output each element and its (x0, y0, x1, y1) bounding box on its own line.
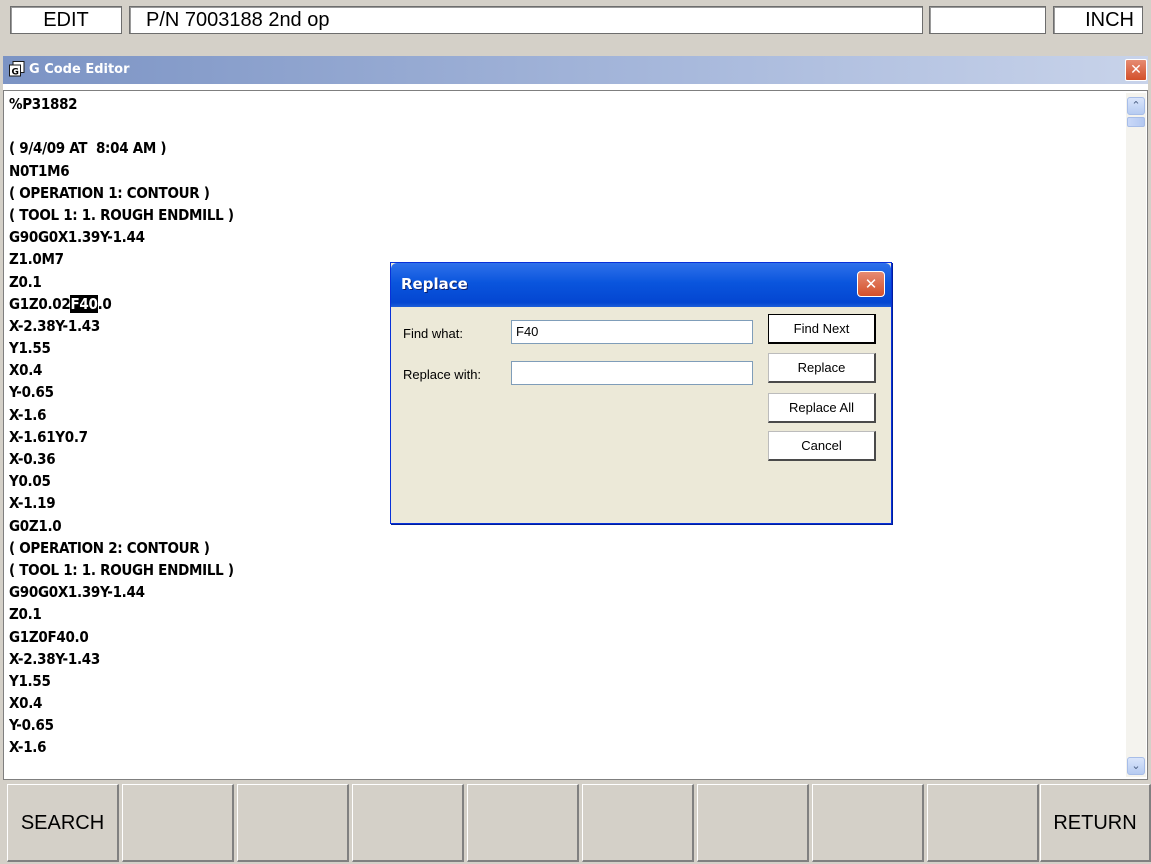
code-line[interactable] (9, 115, 1109, 137)
mode-indicator: EDIT (10, 6, 122, 34)
softkey-bar: SEARCH RETURN (0, 782, 1151, 864)
code-line[interactable]: ( TOOL 1: 1. ROUGH ENDMILL ) (9, 204, 1109, 226)
softkey-6[interactable] (582, 784, 694, 862)
replace-button[interactable]: Replace (768, 353, 876, 383)
code-line[interactable]: G90G0X1.39Y-1.44 (9, 226, 1109, 248)
editor-titlebar: G G Code Editor ✕ (3, 56, 1148, 84)
editor-title: G Code Editor (29, 62, 130, 77)
code-line[interactable]: X-2.38Y-1.43 (9, 648, 1109, 670)
code-line[interactable]: X-1.6 (9, 736, 1109, 758)
svg-text:G: G (12, 68, 19, 78)
code-line[interactable]: N0T1M6 (9, 160, 1109, 182)
cancel-button[interactable]: Cancel (768, 431, 876, 461)
code-line[interactable]: ( TOOL 1: 1. ROUGH ENDMILL ) (9, 559, 1109, 581)
find-what-input[interactable]: F40 (511, 320, 753, 344)
softkey-5[interactable] (467, 784, 579, 862)
dialog-titlebar: Replace ✕ (391, 263, 891, 307)
code-line[interactable]: ( OPERATION 1: CONTOUR ) (9, 182, 1109, 204)
softkey-4[interactable] (352, 784, 464, 862)
code-line[interactable]: ( OPERATION 2: CONTOUR ) (9, 537, 1109, 559)
softkey-7[interactable] (697, 784, 809, 862)
code-line[interactable]: %P31882 (9, 93, 1109, 115)
program-name-field: P/N 7003188 2nd op (129, 6, 923, 34)
code-line[interactable]: G90G0X1.39Y-1.44 (9, 581, 1109, 603)
scroll-down-arrow-icon[interactable]: ⌄ (1127, 757, 1145, 775)
scroll-up-arrow-icon[interactable]: ⌃ (1127, 97, 1145, 115)
replace-dialog: Replace ✕ Find what: F40 Replace with: F… (390, 262, 892, 524)
search-match-highlight: F40 (70, 294, 98, 313)
softkey-9[interactable] (927, 784, 1039, 862)
code-line[interactable]: Z0.1 (9, 603, 1109, 625)
find-what-label: Find what: (403, 326, 463, 341)
code-line[interactable]: Y-0.65 (9, 714, 1109, 736)
replace-with-input[interactable] (511, 361, 753, 385)
softkey-return[interactable]: RETURN (1040, 784, 1151, 862)
app-icon: G (9, 61, 25, 78)
code-line-text: G1Z0.02 (9, 294, 71, 313)
softkey-3[interactable] (237, 784, 349, 862)
replace-with-label: Replace with: (403, 367, 482, 382)
find-next-button[interactable]: Find Next (768, 314, 876, 344)
units-indicator: INCH (1053, 6, 1143, 34)
status-blank-field (929, 6, 1046, 34)
softkey-8[interactable] (812, 784, 924, 862)
code-line-text: .0 (97, 294, 112, 313)
dialog-title: Replace (401, 275, 468, 293)
scroll-thumb[interactable] (1127, 117, 1145, 127)
code-line[interactable]: ( 9/4/09 AT 8:04 AM ) (9, 137, 1109, 159)
replace-all-button[interactable]: Replace All (768, 393, 876, 423)
dialog-close-icon[interactable]: ✕ (857, 271, 885, 297)
status-bar: EDIT P/N 7003188 2nd op INCH (0, 0, 1151, 40)
vertical-scrollbar[interactable]: ⌃ ⌄ (1126, 93, 1146, 777)
editor-close-icon[interactable]: ✕ (1125, 59, 1147, 81)
softkey-search[interactable]: SEARCH (7, 784, 119, 862)
code-line[interactable]: X0.4 (9, 692, 1109, 714)
softkey-2[interactable] (122, 784, 234, 862)
code-line[interactable]: G1Z0F40.0 (9, 626, 1109, 648)
code-line[interactable]: Y1.55 (9, 670, 1109, 692)
